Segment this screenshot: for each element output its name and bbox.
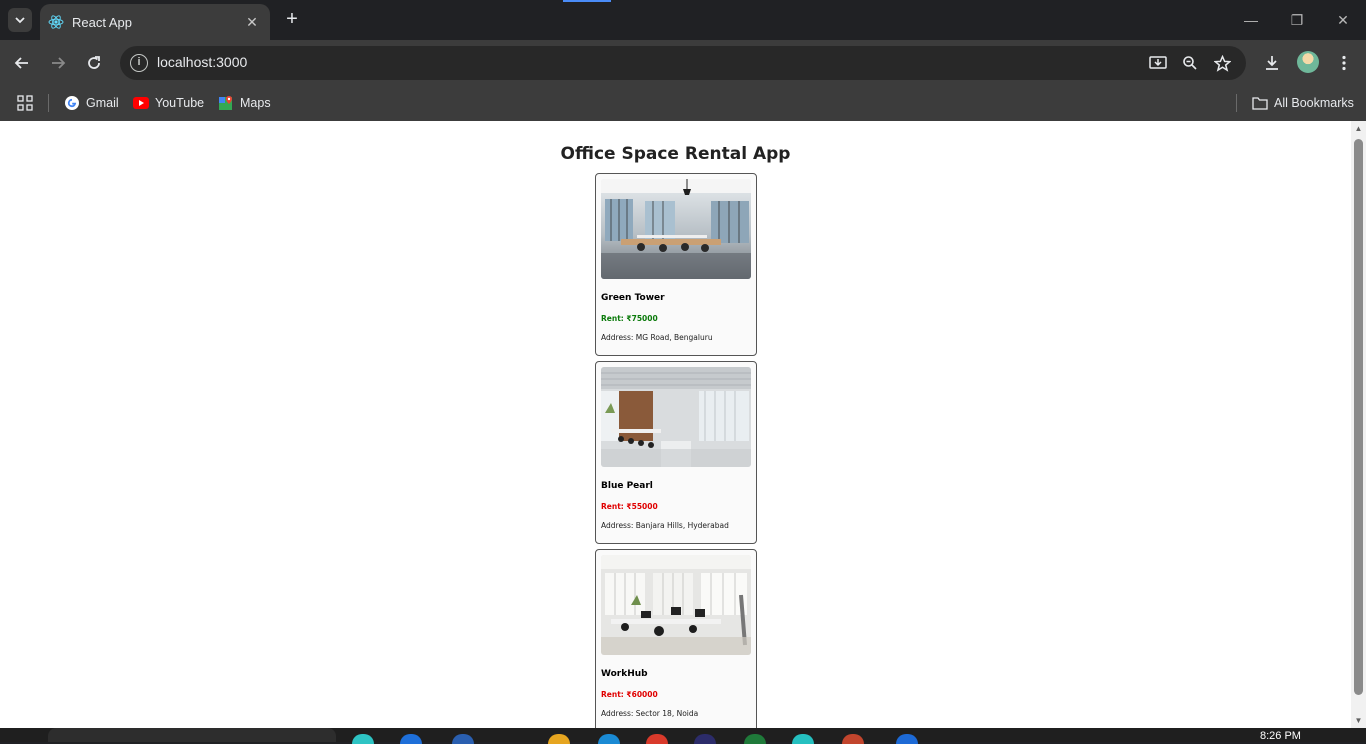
menu-kebab-icon[interactable] (1331, 50, 1357, 76)
profile-avatar[interactable] (1297, 51, 1319, 73)
office-rent: Rent: ₹60000 (601, 690, 658, 699)
office-name: Blue Pearl (601, 481, 653, 491)
office-image (601, 367, 751, 467)
reload-icon (88, 56, 100, 69)
tab-indicator (563, 0, 611, 2)
bookmark-maps[interactable]: Maps (218, 92, 271, 114)
app-icon[interactable] (400, 734, 422, 744)
youtube-icon (133, 95, 149, 111)
site-info-icon[interactable]: i (130, 54, 148, 72)
folder-icon (1252, 95, 1268, 111)
os-taskbar: 8:26 PM (0, 728, 1366, 744)
url-text: localhost:3000 (157, 54, 248, 70)
office-card: Blue Pearl Rent: ₹55000 Address: Banjara… (595, 361, 757, 544)
apps-grid-icon[interactable] (17, 92, 33, 114)
app-icon[interactable] (792, 734, 814, 744)
tab-strip: React App ✕ + — ❐ ✕ (0, 0, 1366, 40)
window-controls: — ❐ ✕ (1228, 0, 1366, 40)
all-bookmarks-button[interactable]: All Bookmarks (1252, 92, 1354, 114)
office-rent: Rent: ₹75000 (601, 314, 658, 323)
minimize-button[interactable]: — (1228, 0, 1274, 40)
google-icon (64, 95, 80, 111)
app-icon[interactable] (452, 734, 474, 744)
scroll-up-icon[interactable]: ▲ (1354, 124, 1363, 133)
close-window-button[interactable]: ✕ (1320, 0, 1366, 40)
office-card: WorkHub Rent: ₹60000 Address: Sector 18,… (595, 549, 757, 728)
bookmarks-bar: Gmail YouTube Maps All Bookmarks (0, 86, 1366, 121)
office-address: Address: MG Road, Bengaluru (601, 333, 713, 342)
tab-title: React App (72, 14, 132, 30)
bookmarks-divider (48, 94, 49, 112)
office-card: Green Tower Rent: ₹75000 Address: MG Roa… (595, 173, 757, 356)
office-image (601, 555, 751, 655)
arrow-right-icon (52, 57, 66, 69)
taskbar-search[interactable] (48, 728, 336, 742)
tab-close-icon[interactable]: ✕ (244, 14, 260, 31)
page-scrollbar[interactable]: ▲ ▼ (1351, 121, 1366, 728)
page-title: Office Space Rental App (560, 144, 791, 164)
tab-search-button[interactable] (8, 8, 32, 32)
browser-toolbar: i localhost:3000 (0, 40, 1366, 86)
restore-button[interactable]: ❐ (1274, 0, 1320, 40)
bookmark-label: YouTube (155, 96, 205, 110)
office-name: Green Tower (601, 293, 665, 303)
bookmark-star-icon[interactable] (1212, 53, 1232, 73)
page-viewport: Office Space Rental App Green Tower Rent… (0, 121, 1351, 728)
all-bookmarks-label: All Bookmarks (1274, 96, 1354, 110)
bookmark-gmail[interactable]: Gmail (64, 92, 119, 114)
app-icon[interactable] (352, 734, 374, 744)
forward-button[interactable] (45, 50, 71, 76)
app-icon[interactable] (598, 734, 620, 744)
office-rent: Rent: ₹55000 (601, 502, 658, 511)
tab-active[interactable]: React App ✕ (40, 4, 270, 40)
reload-button[interactable] (81, 50, 107, 76)
app-icon[interactable] (694, 734, 716, 744)
react-icon (48, 15, 64, 29)
app-icon[interactable] (744, 734, 766, 744)
bookmark-label: Gmail (86, 96, 119, 110)
back-button[interactable] (9, 50, 35, 76)
scroll-down-icon[interactable]: ▼ (1354, 716, 1363, 725)
arrow-left-icon (14, 57, 28, 69)
new-tab-button[interactable]: + (282, 8, 302, 32)
address-bar[interactable]: i localhost:3000 (120, 46, 1246, 80)
app-icon[interactable] (842, 734, 864, 744)
bookmarks-divider (1236, 94, 1237, 112)
office-image (601, 179, 751, 279)
clock-time: 8:26 PM (1260, 730, 1301, 742)
install-app-icon[interactable] (1148, 53, 1168, 73)
downloads-icon[interactable] (1259, 50, 1285, 76)
zoom-icon[interactable] (1180, 53, 1200, 73)
app-icon[interactable] (646, 734, 668, 744)
office-address: Address: Banjara Hills, Hyderabad (601, 521, 729, 530)
scrollbar-thumb[interactable] (1354, 139, 1363, 695)
chevron-down-icon (15, 17, 25, 24)
office-address: Address: Sector 18, Noida (601, 709, 699, 718)
bookmark-youtube[interactable]: YouTube (133, 92, 204, 114)
office-name: WorkHub (601, 669, 648, 679)
maps-icon (218, 95, 234, 111)
bookmark-label: Maps (240, 96, 271, 110)
folder-icon[interactable] (548, 734, 570, 744)
app-icon[interactable] (896, 734, 918, 744)
